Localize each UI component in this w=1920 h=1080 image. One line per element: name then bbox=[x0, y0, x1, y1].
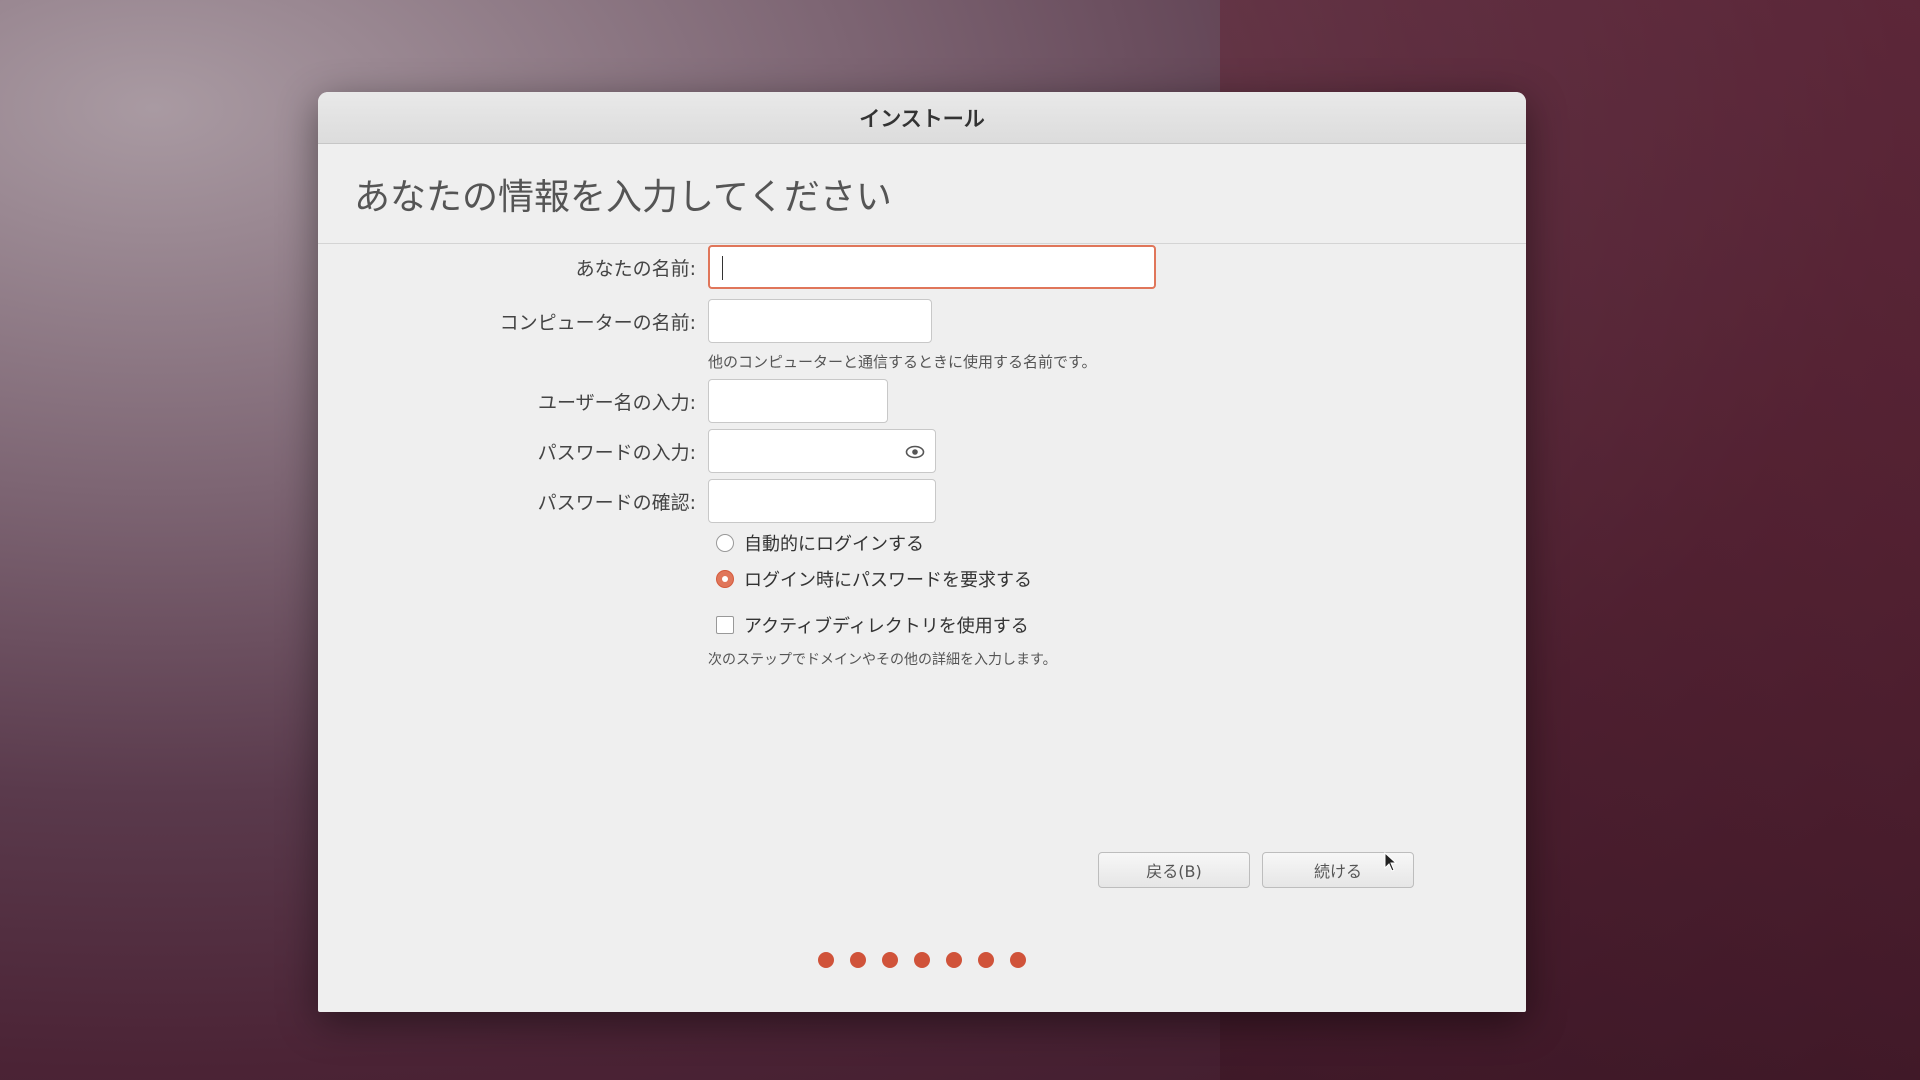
auto-login-label: 自動的にログインする bbox=[744, 534, 924, 555]
computer-name-label: コンピューターの名前: bbox=[499, 311, 696, 334]
progress-dot bbox=[818, 952, 834, 968]
window-title: インストール bbox=[859, 106, 985, 131]
password-confirm-input[interactable] bbox=[708, 479, 936, 523]
progress-dot bbox=[946, 952, 962, 968]
require-password-label: ログイン時にパスワードを要求する bbox=[744, 570, 1032, 591]
password-confirm-row: パスワードの確認: bbox=[318, 479, 1526, 523]
username-input[interactable] bbox=[708, 379, 888, 423]
password-label: パスワードの入力: bbox=[537, 441, 696, 464]
page-header: あなたの情報を入力してください bbox=[318, 144, 1526, 244]
progress-dot bbox=[978, 952, 994, 968]
your-name-input[interactable] bbox=[708, 245, 1156, 289]
active-directory-checkbox[interactable] bbox=[716, 616, 734, 634]
progress-dot bbox=[1010, 952, 1026, 968]
computer-name-input[interactable] bbox=[708, 299, 932, 343]
progress-dot bbox=[850, 952, 866, 968]
mouse-pointer-icon bbox=[1384, 852, 1398, 872]
require-password-radio-option[interactable]: ログイン時にパスワードを要求する bbox=[716, 565, 1032, 593]
active-directory-label: アクティブディレクトリを使用する bbox=[744, 616, 1029, 637]
title-bar[interactable]: インストール bbox=[318, 92, 1526, 144]
your-name-label: あなたの名前: bbox=[575, 257, 696, 280]
password-confirm-label: パスワードの確認: bbox=[537, 491, 696, 514]
password-row: パスワードの入力: bbox=[318, 429, 1526, 473]
auto-login-radio-option[interactable]: 自動的にログインする bbox=[716, 529, 924, 557]
installer-window: インストール あなたの情報を入力してください あなたの名前: コンピューターの名… bbox=[318, 92, 1526, 1012]
page-title: あなたの情報を入力してください bbox=[354, 176, 892, 218]
show-password-eye-icon[interactable] bbox=[905, 442, 925, 462]
back-button[interactable]: 戻る(B) bbox=[1098, 852, 1250, 888]
progress-dot bbox=[882, 952, 898, 968]
username-row: ユーザー名の入力: bbox=[318, 379, 1526, 423]
text-caret bbox=[722, 256, 723, 280]
computer-name-row: コンピューターの名前: bbox=[318, 299, 1526, 343]
active-directory-hint: 次のステップでドメインやその他の詳細を入力します。 bbox=[708, 652, 1057, 668]
your-name-row: あなたの名前: bbox=[318, 245, 1526, 289]
require-password-radio[interactable] bbox=[716, 570, 734, 588]
auto-login-radio[interactable] bbox=[716, 534, 734, 552]
progress-dot bbox=[914, 952, 930, 968]
username-label: ユーザー名の入力: bbox=[537, 391, 696, 414]
computer-name-hint: 他のコンピューターと通信するときに使用する名前です。 bbox=[708, 353, 1097, 371]
password-input[interactable] bbox=[708, 429, 936, 473]
active-directory-option[interactable]: アクティブディレクトリを使用する bbox=[716, 611, 1029, 639]
progress-dots bbox=[318, 952, 1526, 968]
